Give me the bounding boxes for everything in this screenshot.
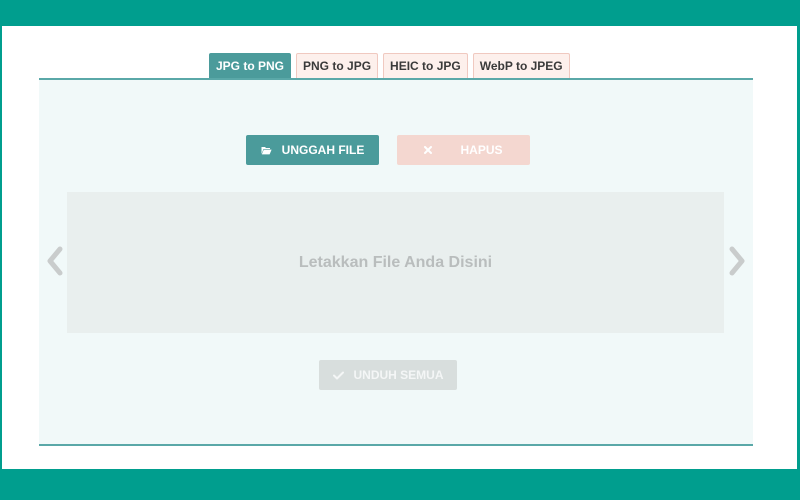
frame-bottom	[0, 469, 800, 500]
close-icon	[424, 146, 433, 154]
converter-panel: UNGGAH FILE HAPUS Letakkan File Anda Dis…	[39, 78, 753, 446]
chevron-right-icon[interactable]	[727, 245, 747, 277]
download-all-button[interactable]: UNDUH SEMUA	[319, 360, 457, 390]
tab-heic-to-jpg[interactable]: HEIC to JPG	[383, 53, 468, 78]
upload-file-button[interactable]: UNGGAH FILE	[246, 135, 379, 165]
frame-top	[0, 0, 800, 26]
frame-left	[0, 26, 2, 469]
converter-tabs: JPG to PNG PNG to JPG HEIC to JPG WebP t…	[209, 53, 570, 78]
clear-button[interactable]: HAPUS	[397, 135, 530, 165]
file-dropzone[interactable]: Letakkan File Anda Disini	[67, 192, 724, 333]
dropzone-text: Letakkan File Anda Disini	[298, 253, 493, 271]
tab-jpg-to-png[interactable]: JPG to PNG	[209, 53, 292, 78]
tab-png-to-jpg[interactable]: PNG to JPG	[296, 53, 379, 78]
upload-file-label: UNGGAH FILE	[281, 143, 365, 157]
clear-label: HAPUS	[460, 143, 503, 157]
download-all-label: UNDUH SEMUA	[353, 368, 444, 382]
check-icon	[332, 371, 344, 380]
tab-webp-to-jpeg[interactable]: WebP to JPEG	[472, 53, 570, 78]
chevron-left-icon[interactable]	[45, 245, 65, 277]
folder-open-icon	[261, 146, 272, 155]
